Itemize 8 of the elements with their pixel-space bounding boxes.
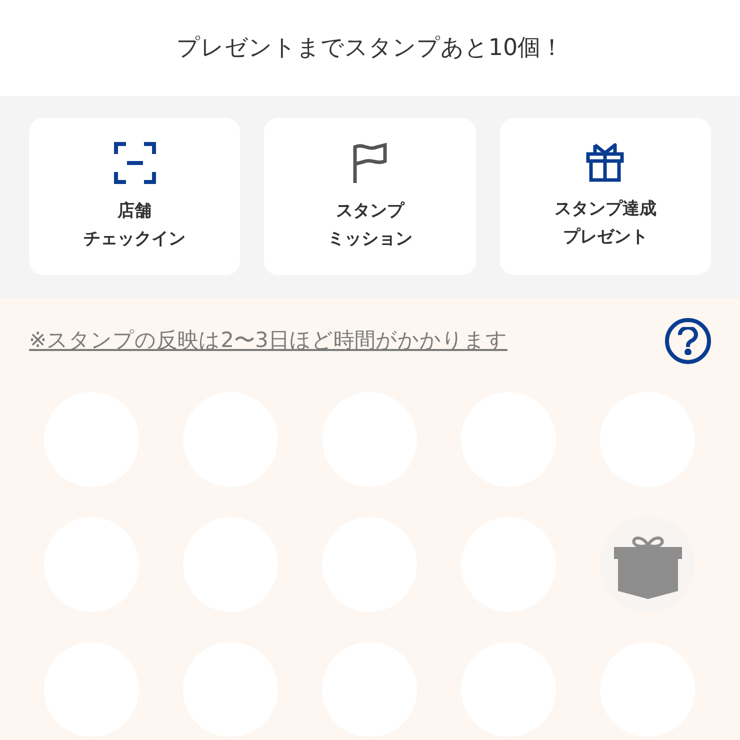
- menu-card[interactable]: 店舗 チェックイン: [29, 118, 240, 275]
- gift-icon: [585, 142, 626, 182]
- menu-card[interactable]: スタンプ ミッション: [264, 118, 476, 275]
- help-icon[interactable]: [665, 318, 711, 364]
- scan-frame-icon: [112, 140, 157, 184]
- notice-link[interactable]: ※スタンプの反映は2〜3日ほど時間がかかります: [29, 325, 508, 357]
- header-title: プレゼントまでスタンプあと10個！: [176, 34, 564, 63]
- menu-card[interactable]: スタンプ達成 プレゼント: [500, 118, 711, 275]
